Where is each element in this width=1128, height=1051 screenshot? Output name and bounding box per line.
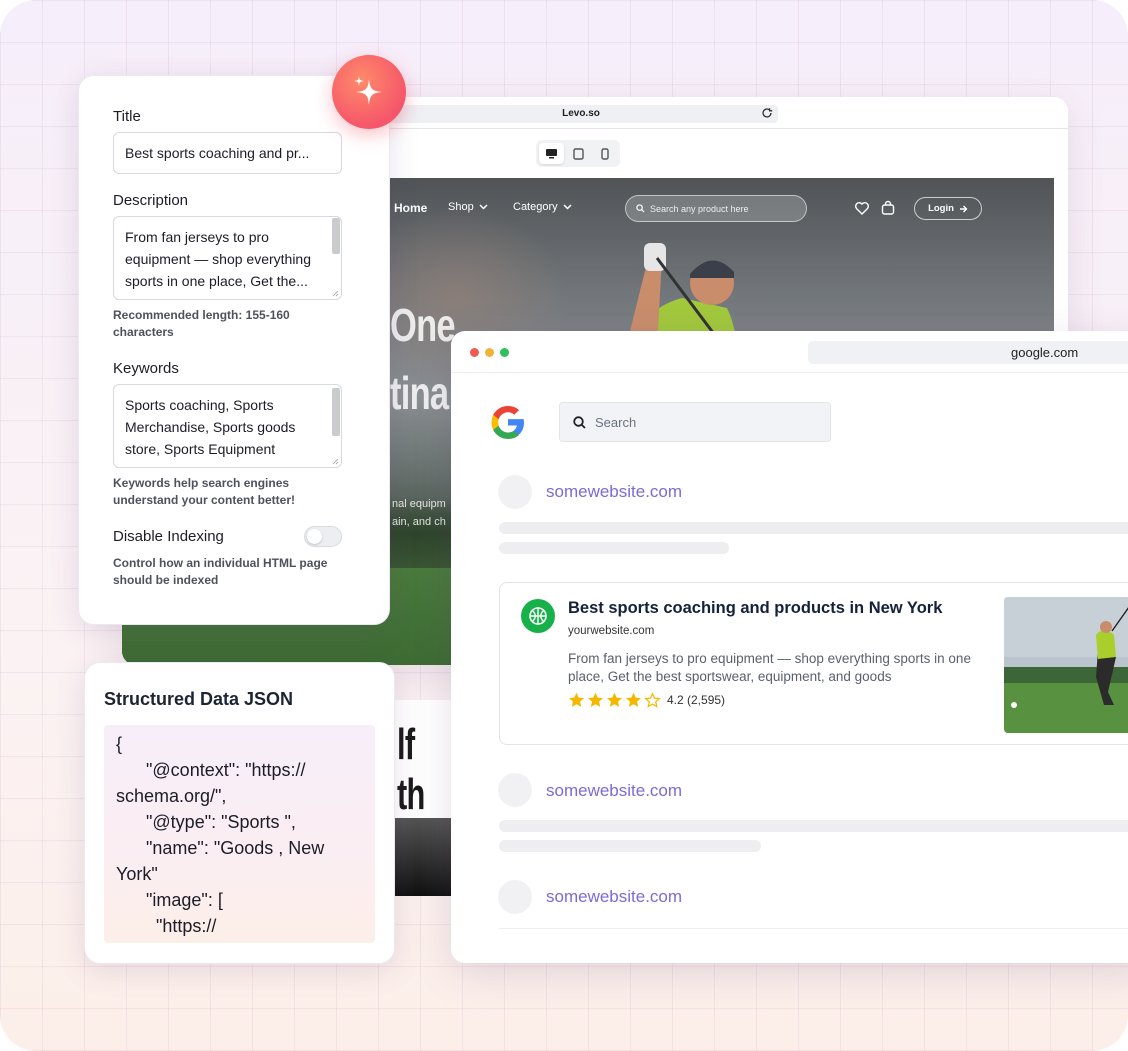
skeleton-line <box>499 840 761 852</box>
mobile-view-button[interactable] <box>592 143 617 164</box>
result-link[interactable]: somewebsite.com <box>546 482 682 502</box>
keywords-label: Keywords <box>113 360 179 377</box>
google-preview-window: google.com Search somewebsite.com Best s… <box>451 331 1128 963</box>
hero-heading-line2: tina <box>390 367 449 419</box>
featured-search-result[interactable]: Best sports coaching and products in New… <box>499 582 1128 745</box>
star-outline-icon <box>644 692 661 708</box>
reload-icon[interactable] <box>760 106 774 120</box>
desktop-view-button[interactable] <box>539 143 564 164</box>
nav-category-menu[interactable]: Category <box>513 201 572 213</box>
structured-data-title: Structured Data JSON <box>104 689 294 709</box>
chevron-down-icon <box>479 204 488 210</box>
favicon-placeholder <box>498 880 532 914</box>
description-hint: Recommended length: 155-160 characters <box>113 308 290 339</box>
result-link[interactable]: somewebsite.com <box>546 781 682 801</box>
result-description: From fan jerseys to pro equipment — shop… <box>568 651 971 684</box>
star-filled-icon <box>625 692 642 707</box>
result-link[interactable]: somewebsite.com <box>546 887 682 907</box>
scrollbar[interactable] <box>332 218 340 254</box>
skeleton-line <box>499 542 729 554</box>
nav-shop-menu[interactable]: Shop <box>448 201 488 213</box>
sparkle-icon <box>354 76 382 105</box>
close-dot-icon[interactable] <box>470 348 479 357</box>
scrollbar[interactable] <box>332 388 340 436</box>
skeleton-line <box>499 522 1128 534</box>
background-grid: Levo.so Home Shop Category Search any pr… <box>0 0 1128 1051</box>
nav-home-link[interactable]: Home <box>394 201 427 215</box>
star-filled-icon <box>587 692 604 707</box>
chevron-down-icon <box>563 204 572 210</box>
levo-address-bar[interactable]: Levo.so <box>384 105 778 123</box>
star-filled-icon <box>568 692 585 707</box>
title-input[interactable]: Best sports coaching and pr... <box>113 132 342 174</box>
result-url: yourwebsite.com <box>568 625 655 637</box>
tablet-view-button[interactable] <box>566 143 591 164</box>
levo-lower-section: lf th <box>395 700 455 896</box>
keywords-textarea[interactable]: Sports coaching, Sports Merchandise, Spo… <box>113 384 342 468</box>
rating-text: 4.2 (2,595) <box>667 693 726 707</box>
structured-data-code[interactable]: { "@context": "https:// schema.org/", "@… <box>104 725 375 943</box>
search-icon <box>573 415 586 429</box>
resize-grip-icon[interactable] <box>332 458 339 465</box>
tablet-icon <box>572 147 584 160</box>
structured-data-panel: Structured Data JSON { "@context": "http… <box>84 662 395 964</box>
toggle-knob <box>307 529 322 544</box>
google-address-bar[interactable]: google.com <box>808 341 1128 364</box>
section-heading: lf th <box>397 720 425 819</box>
description-label: Description <box>113 192 189 209</box>
mobile-icon <box>600 147 609 160</box>
cart-icon[interactable] <box>880 200 896 216</box>
result-rating: 4.2 (2,595) <box>568 692 725 708</box>
golf-thumbnail-image <box>1004 597 1128 733</box>
star-filled-icon <box>606 692 623 707</box>
description-textarea[interactable]: From fan jerseys to pro equipment — shop… <box>113 216 342 300</box>
keywords-hint: Keywords help search engines understand … <box>113 476 296 507</box>
basketball-icon <box>529 607 547 625</box>
ai-sparkle-button[interactable] <box>332 55 406 129</box>
favicon-placeholder <box>498 475 532 509</box>
heart-icon[interactable] <box>854 200 870 216</box>
divider <box>499 928 1128 929</box>
desktop-icon <box>545 149 557 159</box>
dark-image-block <box>395 818 455 896</box>
levo-url-text: Levo.so <box>562 108 600 119</box>
favicon-placeholder <box>498 773 532 807</box>
resize-grip-icon[interactable] <box>332 290 339 297</box>
minimize-dot-icon[interactable] <box>485 348 494 357</box>
disable-indexing-toggle[interactable] <box>304 526 342 547</box>
maximize-dot-icon[interactable] <box>500 348 509 357</box>
google-titlebar: google.com <box>451 331 1128 373</box>
login-button[interactable]: Login <box>914 197 982 220</box>
title-label: Title <box>113 108 141 125</box>
seo-settings-panel: Title Best sports coaching and pr... Des… <box>78 75 390 625</box>
hero-subtext-line1: nal equipm <box>392 498 446 510</box>
google-logo-icon <box>491 406 524 439</box>
search-icon <box>636 204 645 213</box>
hero-heading-line1: One <box>390 299 456 351</box>
google-search-input[interactable]: Search <box>559 402 831 442</box>
device-switcher <box>536 140 620 167</box>
result-title[interactable]: Best sports coaching and products in New… <box>568 599 942 618</box>
skeleton-line <box>499 820 1128 832</box>
product-search-input[interactable]: Search any product here <box>625 195 807 222</box>
indexing-hint: Control how an individual HTML page shou… <box>113 556 328 587</box>
hero-subtext-line2: ain, and ch <box>392 516 446 528</box>
arrow-right-icon <box>959 205 968 212</box>
basketball-favicon-icon <box>521 599 555 633</box>
disable-indexing-label: Disable Indexing <box>113 528 224 545</box>
